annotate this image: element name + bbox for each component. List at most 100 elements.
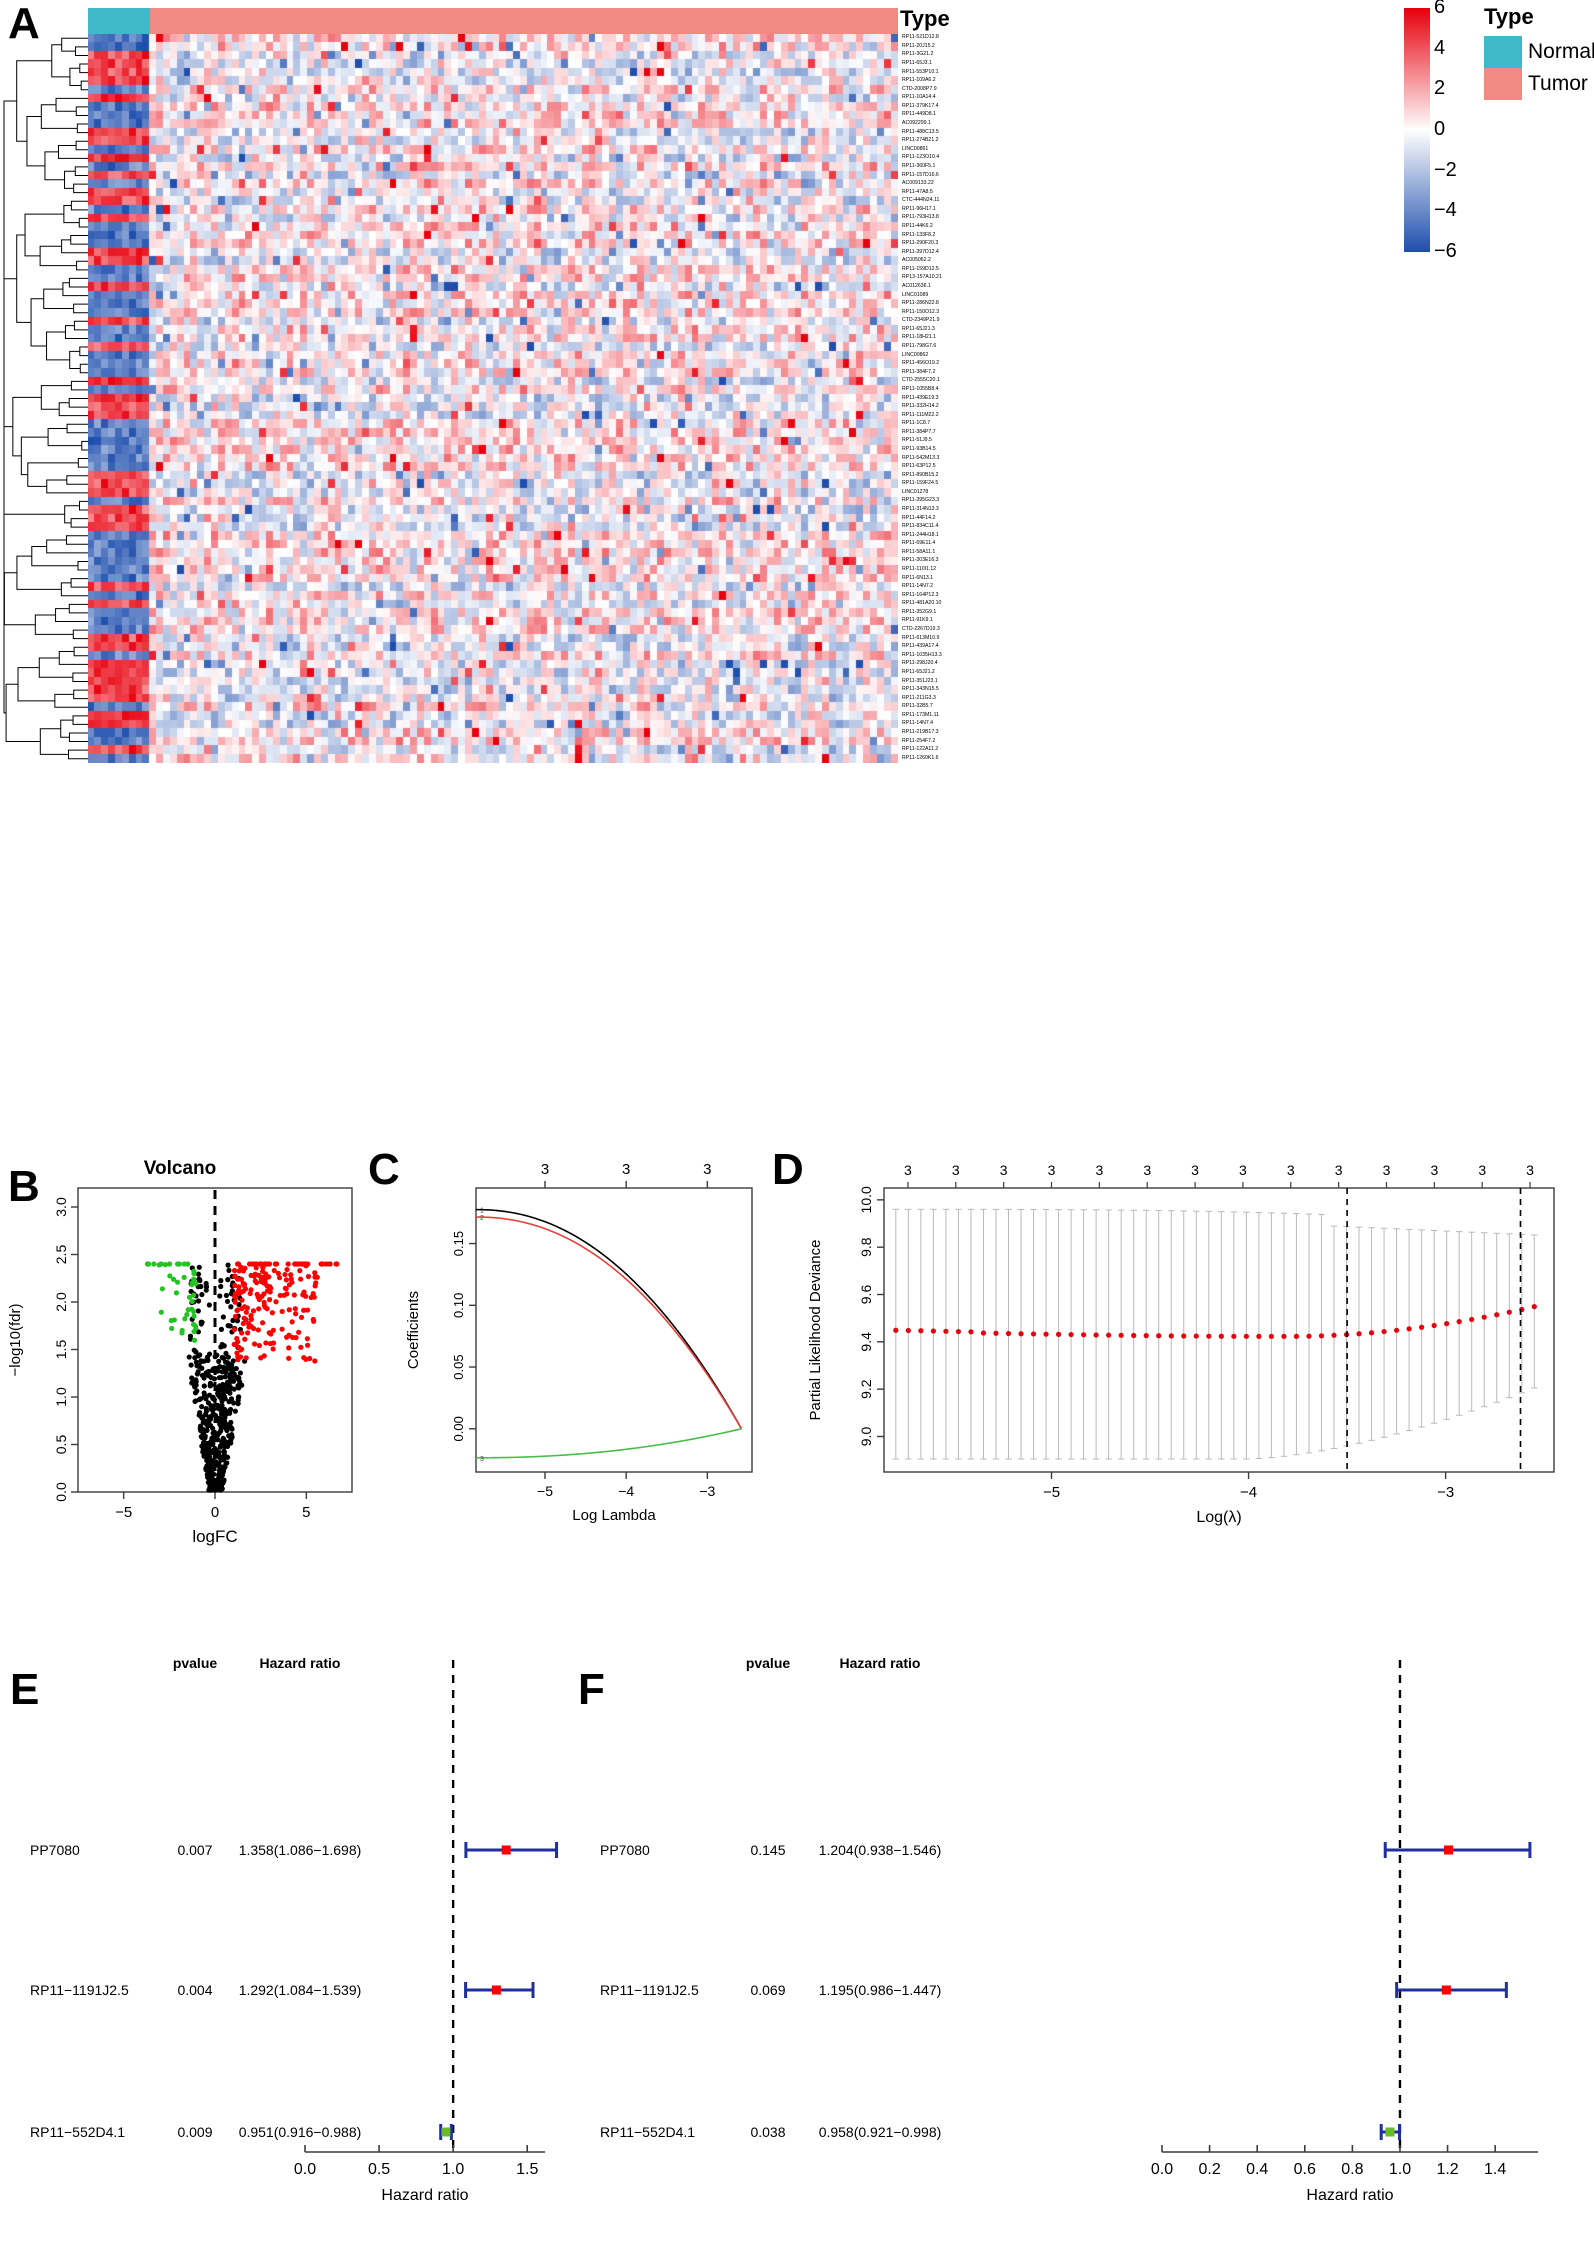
heatmap-row-label: RP11-488C13.5 (902, 128, 939, 135)
forest-row-pvalue: 0.007 (177, 1842, 212, 1858)
volcano-point (210, 1440, 216, 1447)
volcano-point (227, 1323, 233, 1329)
cv-y-tick: 9.8 (858, 1237, 874, 1257)
heatmap-row-label: RP11-456O19.2 (902, 360, 940, 367)
heatmap-row-label: CTC-444N24.11 (902, 197, 940, 204)
colorbar-tick-label: −4 (1434, 199, 1457, 222)
volcano-point (246, 1261, 253, 1267)
forest-row-pvalue: 0.038 (750, 2124, 785, 2140)
volcano-point (237, 1370, 243, 1376)
volcano-point (231, 1267, 238, 1274)
forest-row-gene: RP11−1191J2.5 (30, 1982, 129, 1998)
volcano-point (181, 1261, 187, 1267)
volcano-point (196, 1264, 202, 1270)
heatmap-row-label: RP11-159D12.5 (902, 265, 939, 272)
lasso-y-axis-label: Coefficients (405, 1291, 422, 1369)
colorbar-tick-label: 0 (1434, 118, 1446, 140)
volcano-point (193, 1377, 199, 1383)
volcano-point (326, 1261, 333, 1267)
row-label-list: RP11-521D12.8 RP11-20J15.2 RP11-3G21.2 RP11… (902, 34, 1042, 774)
cv-mean-point (1281, 1333, 1287, 1339)
heatmap-row-label: RP11-343N15.5 (902, 686, 939, 693)
type-legend: Type Normal Tumor (1484, 4, 1594, 100)
volcano-point (158, 1309, 164, 1315)
volcano-point (214, 1402, 220, 1408)
cv-mean-point (1156, 1333, 1162, 1339)
volcano-point (254, 1291, 260, 1297)
volcano-point (270, 1346, 276, 1352)
volcano-point (273, 1299, 279, 1305)
cv-top-tick: 3 (1095, 1162, 1103, 1178)
heatmap-row-label: RP11-613M10.9 (902, 634, 940, 641)
volcano-point (221, 1437, 227, 1443)
lasso-x-tick: −4 (618, 1483, 634, 1499)
forest-point-estimate (441, 2127, 451, 2137)
cv-mean-point (893, 1327, 899, 1333)
volcano-point (202, 1420, 209, 1426)
heatmap-row-label: RP11-150O12.3 (902, 308, 940, 315)
volcano-point (228, 1304, 234, 1310)
volcano-point (202, 1433, 208, 1440)
volcano-point (262, 1261, 268, 1267)
volcano-point (310, 1316, 316, 1323)
volcano-y-tick: 0.5 (53, 1435, 69, 1455)
volcano-point (250, 1325, 257, 1332)
cv-y-tick: 9.0 (858, 1427, 874, 1447)
cv-mean-point (1293, 1333, 1300, 1339)
heatmap-row-label: RP11-290F20.3 (902, 240, 939, 247)
forest-row-pvalue: 0.069 (750, 1982, 785, 1998)
heatmap-row-label: RP11-314N13.3 (902, 505, 939, 512)
volcano-point (259, 1320, 266, 1326)
volcano-point (224, 1454, 231, 1460)
heatmap-row-label: RP11-96H17.1 (902, 205, 936, 212)
cv-mean-point (1043, 1331, 1049, 1337)
volcano-point (275, 1270, 281, 1277)
heatmap-row-label: RP11-14N7.2 (902, 583, 934, 590)
forest-row-hr: 1.292(1.084−1.539) (239, 1982, 362, 1998)
colorbar-tick-label: −6 (1434, 240, 1457, 262)
forest-row-pvalue: 0.004 (177, 1982, 212, 1998)
cv-mean-point (1419, 1324, 1425, 1330)
forest-header-hazard-ratio: Hazard ratio (260, 1655, 341, 1671)
cv-mean-point (980, 1330, 987, 1336)
volcano-point (303, 1356, 309, 1362)
normal-swatch (1484, 36, 1522, 68)
volcano-point (221, 1364, 227, 1370)
volcano-point (181, 1274, 187, 1280)
volcano-point (226, 1399, 232, 1405)
volcano-point (286, 1345, 292, 1351)
volcano-point (286, 1307, 292, 1313)
cv-mean-point (955, 1328, 962, 1335)
heatmap-canvas (88, 34, 898, 763)
volcano-point (231, 1373, 237, 1379)
heatmap-row-label: RP11-542M13.3 (902, 454, 940, 461)
heatmap-row-label: LINC00861 (902, 145, 929, 152)
forest-row-hr: 1.358(1.086−1.698) (239, 1842, 362, 1858)
forest-point-estimate (1441, 1985, 1451, 1995)
volcano-point (191, 1313, 197, 1319)
volcano-point (195, 1308, 201, 1314)
volcano-point (226, 1267, 232, 1273)
volcano-plot: 0.0 0.5 1.0 1.5 2.0 2.5 3.0 −5 0 5 logFC −log10(fdr… (7, 1187, 353, 1546)
colorbar-tick-label: 2 (1434, 77, 1446, 100)
volcano-point (203, 1440, 210, 1447)
volcano-point (217, 1293, 223, 1299)
volcano-point (236, 1287, 242, 1294)
cv-top-tick: 3 (904, 1162, 912, 1178)
volcano-point (235, 1261, 241, 1267)
forest-row-gene: PP7080 (30, 1842, 80, 1858)
heatmap-row-label: CTD-2349P21.9 (902, 317, 940, 324)
heatmap-row-label: RP11-164P12.3 (902, 591, 939, 598)
panel-f-forest: pvalue Hazard ratio PP7080 0.145 1.204(0.938… (570, 1640, 1594, 2250)
heatmap-row-label: RP11-521D12.8 (902, 34, 939, 41)
annotation-normal (88, 8, 150, 34)
volcano-point (236, 1268, 242, 1274)
volcano-point (235, 1357, 241, 1363)
cv-top-tick: 3 (1430, 1162, 1438, 1178)
volcano-point (216, 1454, 222, 1460)
heatmap-row-label: RP13-157A10.21 (902, 274, 942, 281)
cv-top-tick: 3 (1048, 1162, 1056, 1178)
volcano-point (251, 1341, 258, 1347)
lasso-top-tick: 3 (541, 1161, 549, 1178)
cv-mean-point (930, 1328, 936, 1334)
